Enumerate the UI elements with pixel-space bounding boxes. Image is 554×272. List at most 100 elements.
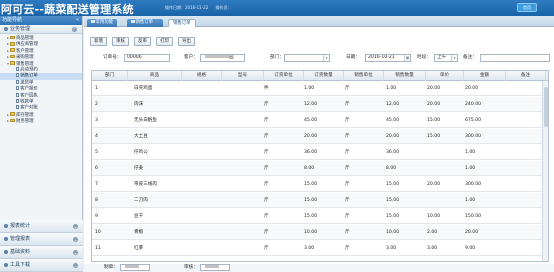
customer-suffix: 园 (229, 55, 234, 60)
cell-no: 4 (95, 134, 98, 139)
table-row[interactable]: 3 无头白鲢鱼 斤 45.00 斤 45.00 15.00 675.00 (92, 113, 548, 129)
nav-tree: ▸ 商品管理 ▸ 供应商管理 ▸ 客户管理 ▸ 采购管理 ▾ 销售管理 启动预约 销售订单 送货单 客户报… (0, 34, 82, 124)
chevron-down-icon[interactable]: ⌄ (73, 224, 78, 229)
redacted-text (205, 55, 229, 58)
cell-amount: 20.00 (465, 86, 479, 91)
chevron-down-icon[interactable]: ⌄ (73, 263, 78, 268)
cell-sqty: 8.00 (386, 166, 397, 171)
column-header[interactable]: 订货单位 (264, 71, 304, 81)
table-row[interactable]: 5 仔鸡公 斤 36.00 斤 36.00 1.00 (92, 145, 548, 161)
sidebar-section[interactable]: 管理报表 ⌄ (0, 233, 83, 246)
column-header[interactable]: 销售单位 (344, 71, 384, 81)
sidebar-header: 功能导航 « (0, 16, 82, 25)
order-no-field[interactable]: 00006 (124, 54, 170, 62)
sidebar-section[interactable]: 基础资料 ⌄ (0, 246, 83, 259)
column-header[interactable]: 商品 (128, 71, 182, 81)
table-row[interactable]: 1 白壳鸡蛋 件 1.00 斤 1.00 20.00 20.00 (92, 81, 548, 97)
chevron-down-icon[interactable]: ▾ (323, 55, 329, 61)
remark-field[interactable] (480, 54, 550, 62)
collapse-sidebar-icon[interactable]: « (76, 16, 79, 25)
cell-unit: 斤 (264, 182, 269, 187)
cell-amount: 300.00 (465, 182, 482, 187)
cell-no: 9 (95, 214, 98, 219)
cell-no: 5 (95, 150, 98, 155)
tab-sales-order-active[interactable]: 销售订单 (168, 19, 196, 27)
cell-item: 仔鸡公 (134, 150, 148, 155)
redacted-text (125, 265, 139, 268)
folder-icon (10, 35, 15, 40)
remark-label: 备注： (463, 55, 477, 60)
chevron-down-icon[interactable]: ⌄ (73, 237, 78, 242)
scroll-thumb[interactable] (544, 87, 548, 127)
cell-unit: 件 (264, 86, 269, 91)
print-button[interactable]: 打印 (156, 37, 173, 46)
dept-select[interactable]: ▾ (284, 54, 330, 62)
cell-qty: 15.00 (304, 214, 318, 219)
cell-item: 大土豆 (134, 134, 148, 139)
table-row[interactable]: 6 仔姜 斤 8.00 斤 8.00 1.00 (92, 161, 548, 177)
table-row[interactable]: 8 二刀肉 斤 15.00 斤 15.00 1.00 (92, 193, 548, 209)
table-row[interactable]: 9 豆干 斤 15.00 斤 15.00 10.00 150.00 (92, 209, 548, 225)
audit-button[interactable]: 审核 (112, 37, 129, 46)
document-icon (16, 86, 20, 91)
column-header[interactable]: 销售数量 (384, 71, 426, 81)
cell-amount: 1.00 (465, 150, 476, 155)
folder-icon (10, 61, 15, 65)
cell-price: 2.00 (427, 230, 438, 235)
table-row[interactable]: 11 红萝 斤 3.00 斤 3.00 3.00 9.00 (92, 241, 548, 257)
cell-unit: 斤 (264, 246, 269, 251)
column-header[interactable]: 规格 (182, 71, 222, 81)
table-row[interactable]: 4 大土豆 斤 20.00 斤 20.00 15.00 300.00 (92, 129, 548, 145)
folder-icon (10, 42, 15, 46)
tree-item-label: 供应商管理 (16, 42, 38, 48)
cell-sunit: 斤 (345, 150, 350, 155)
table-row[interactable]: 10 青椒 斤 10.00 斤 10.00 2.00 20.00 (92, 225, 548, 241)
cell-sqty: 10.00 (386, 230, 400, 235)
table-row[interactable]: 2 肉沫 斤 12.00 斤 12.00 20.00 240.00 (92, 97, 548, 113)
cell-no: 7 (95, 182, 98, 187)
chevron-down-icon[interactable]: ▾ (451, 55, 457, 61)
tab-common-functions[interactable]: 常用功能 (87, 19, 118, 27)
sidebar-section[interactable]: 工具下载 ⌄ (0, 259, 83, 272)
customer-field[interactable]: 园 (200, 54, 245, 62)
vertical-scrollbar[interactable] (542, 81, 548, 261)
unaudit-button[interactable]: 反审 (134, 37, 151, 46)
cell-sqty: 15.00 (386, 182, 400, 187)
cell-no: 8 (95, 198, 98, 203)
document-icon (16, 98, 20, 103)
maker-field[interactable] (120, 264, 150, 271)
cell-amount: 240.00 (465, 102, 482, 107)
sidebar-section[interactable]: 报表统计 ⌄ (0, 220, 83, 233)
section-icon (4, 262, 8, 267)
close-icon[interactable]: × (155, 20, 159, 25)
column-header[interactable]: 备注 (506, 71, 546, 81)
calendar-icon[interactable]: ▦ (404, 55, 410, 61)
auditor-field[interactable] (200, 264, 230, 271)
export-button[interactable]: 导出 (178, 37, 195, 46)
cell-price: 10.00 (427, 214, 441, 219)
cell-amount: 20.00 (465, 230, 479, 235)
column-header[interactable]: 部门 (92, 71, 128, 81)
column-header[interactable]: 金额 (464, 71, 506, 81)
column-header[interactable]: 单价 (426, 71, 464, 81)
document-icon (16, 66, 20, 71)
column-header[interactable]: 型号 (222, 71, 264, 81)
add-button[interactable]: 新增 (90, 37, 107, 46)
cell-amount: 1.00 (465, 198, 476, 203)
tree-item-label: 收款单 (20, 99, 34, 105)
cell-price: 20.00 (427, 102, 441, 107)
chevron-up-icon[interactable]: ⌃ (72, 27, 77, 32)
date-field[interactable]: 2016-10-21 ▦ (365, 54, 411, 62)
column-header[interactable]: 订货数量 (304, 71, 344, 81)
home-button[interactable]: 首页 (517, 3, 537, 12)
tree-item[interactable]: ▸ 财务管理 (0, 118, 82, 124)
cell-amount: 675.00 (465, 118, 482, 123)
table-row[interactable]: 7 带皮三线肉 斤 15.00 斤 15.00 20.00 300.00 (92, 177, 548, 193)
tab-sales-order[interactable]: 销售订单 × (127, 19, 163, 27)
tree-item-label: 客户回执 (20, 93, 38, 99)
chevron-down-icon[interactable]: ⌄ (73, 250, 78, 255)
period-select[interactable]: 上午 ▾ (434, 54, 458, 62)
section-business-management[interactable]: 业务管理 ⌃ (0, 25, 82, 34)
order-footer: 制单： 审核： (84, 264, 554, 272)
cell-unit: 斤 (264, 230, 269, 235)
